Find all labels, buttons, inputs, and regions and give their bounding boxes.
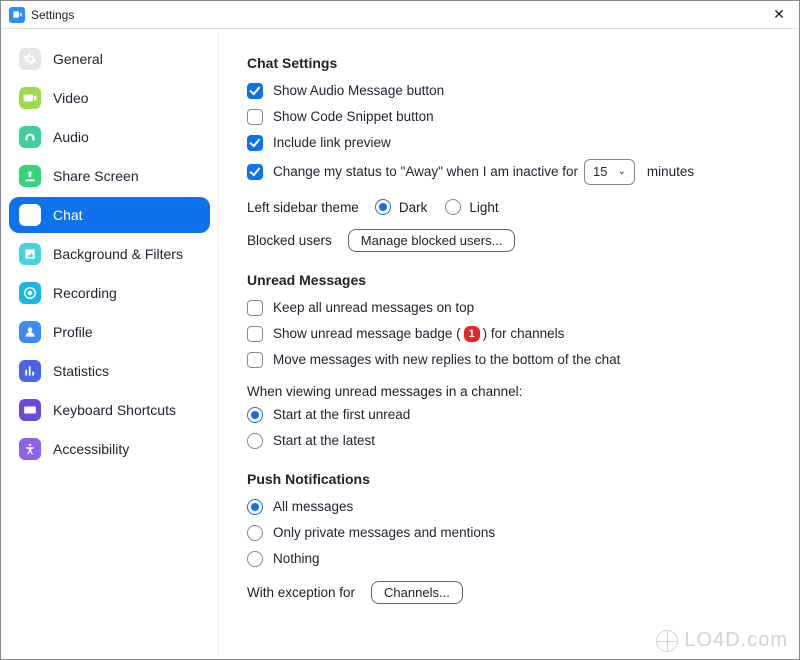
cb-label-prefix: Show unread message badge ( — [273, 324, 461, 344]
radio-push-nothing[interactable]: Nothing — [247, 549, 771, 569]
section-push: Push Notifications — [247, 471, 771, 487]
chevron-down-icon: ⌄ — [617, 162, 625, 182]
video-icon — [19, 87, 41, 109]
cb-label-suffix: ) for channels — [483, 324, 565, 344]
cb-label: Show Audio Message button — [273, 81, 444, 101]
radio-label: Start at the latest — [273, 431, 375, 451]
sidebar-item-background-filters[interactable]: Background & Filters — [9, 236, 210, 272]
gear-icon — [19, 48, 41, 70]
sidebar-item-label: Statistics — [53, 363, 109, 379]
radio-icon — [247, 525, 263, 541]
cb-label-suffix: minutes — [647, 162, 694, 182]
content-pane: Chat Settings Show Audio Message button … — [219, 29, 799, 659]
sidebar-item-label: Audio — [53, 129, 89, 145]
window-title: Settings — [31, 8, 74, 22]
cb-show-audio-msg[interactable]: Show Audio Message button — [247, 81, 771, 101]
sidebar-item-label: Recording — [53, 285, 117, 301]
radio-icon — [445, 199, 461, 215]
cb-link-preview[interactable]: Include link preview — [247, 133, 771, 153]
cb-away-status[interactable]: Change my status to "Away" when I am ina… — [247, 159, 771, 185]
sidebar: General Video Audio Share Screen Chat Backgro… — [1, 29, 219, 659]
radio-label: Light — [469, 200, 498, 215]
checkbox-icon — [247, 109, 263, 125]
stats-icon — [19, 360, 41, 382]
profile-icon — [19, 321, 41, 343]
sidebar-item-profile[interactable]: Profile — [9, 314, 210, 350]
sidebar-item-general[interactable]: General — [9, 41, 210, 77]
unread-badge-icon: 1 — [464, 326, 480, 342]
radio-icon — [247, 407, 263, 423]
radio-icon — [247, 551, 263, 567]
cb-label-prefix: Change my status to "Away" when I am ina… — [273, 162, 578, 182]
section-unread: Unread Messages — [247, 272, 771, 288]
sidebar-item-label: General — [53, 51, 103, 67]
radio-label: All messages — [273, 497, 353, 517]
checkbox-icon — [247, 83, 263, 99]
cb-label: Move messages with new replies to the bo… — [273, 350, 620, 370]
keyboard-icon — [19, 399, 41, 421]
radio-icon — [247, 499, 263, 515]
sidebar-item-video[interactable]: Video — [9, 80, 210, 116]
radio-start-first-unread[interactable]: Start at the first unread — [247, 405, 771, 425]
sidebar-item-label: Background & Filters — [53, 246, 183, 262]
checkbox-icon — [247, 352, 263, 368]
select-value: 15 — [593, 162, 607, 182]
push-exception-channels-button[interactable]: Channels... — [371, 581, 463, 604]
sidebar-item-label: Keyboard Shortcuts — [53, 402, 176, 418]
sidebar-theme-label: Left sidebar theme — [247, 200, 359, 215]
viewing-unread-prompt: When viewing unread messages in a channe… — [247, 384, 771, 399]
bgfilter-icon — [19, 243, 41, 265]
audio-icon — [19, 126, 41, 148]
cb-keep-unread-top[interactable]: Keep all unread messages on top — [247, 298, 771, 318]
cb-label: Include link preview — [273, 133, 391, 153]
checkbox-icon — [247, 164, 263, 180]
radio-label: Only private messages and mentions — [273, 523, 495, 543]
radio-push-all[interactable]: All messages — [247, 497, 771, 517]
cb-show-unread-badge[interactable]: Show unread message badge ( 1 ) for chan… — [247, 324, 771, 344]
checkbox-icon — [247, 326, 263, 342]
push-exception-label: With exception for — [247, 585, 355, 600]
checkbox-icon — [247, 135, 263, 151]
radio-push-private[interactable]: Only private messages and mentions — [247, 523, 771, 543]
radio-label: Dark — [399, 200, 428, 215]
away-minutes-select[interactable]: 15 ⌄ — [584, 159, 635, 185]
close-button[interactable]: ✕ — [767, 6, 791, 23]
radio-theme-light[interactable]: Light — [445, 199, 498, 215]
sidebar-item-keyboard-shortcuts[interactable]: Keyboard Shortcuts — [9, 392, 210, 428]
chat-icon — [19, 204, 41, 226]
sidebar-item-share-screen[interactable]: Share Screen — [9, 158, 210, 194]
sidebar-item-label: Chat — [53, 207, 83, 223]
sidebar-item-label: Video — [53, 90, 89, 106]
titlebar: Settings ✕ — [1, 1, 799, 29]
sidebar-item-label: Profile — [53, 324, 93, 340]
cb-show-code-snippet[interactable]: Show Code Snippet button — [247, 107, 771, 127]
checkbox-icon — [247, 300, 263, 316]
cb-move-replies-bottom[interactable]: Move messages with new replies to the bo… — [247, 350, 771, 370]
app-icon — [9, 7, 25, 23]
radio-icon — [247, 433, 263, 449]
radio-start-latest[interactable]: Start at the latest — [247, 431, 771, 451]
sidebar-item-statistics[interactable]: Statistics — [9, 353, 210, 389]
radio-icon — [375, 199, 391, 215]
record-icon — [19, 282, 41, 304]
sidebar-item-label: Share Screen — [53, 168, 139, 184]
sidebar-item-accessibility[interactable]: Accessibility — [9, 431, 210, 467]
sidebar-item-recording[interactable]: Recording — [9, 275, 210, 311]
sidebar-item-label: Accessibility — [53, 441, 129, 457]
section-chat-settings: Chat Settings — [247, 55, 771, 71]
cb-label: Show Code Snippet button — [273, 107, 434, 127]
cb-label: Keep all unread messages on top — [273, 298, 474, 318]
radio-label: Nothing — [273, 549, 320, 569]
blocked-users-label: Blocked users — [247, 233, 332, 248]
share-icon — [19, 165, 41, 187]
sidebar-item-chat[interactable]: Chat — [9, 197, 210, 233]
radio-theme-dark[interactable]: Dark — [375, 199, 428, 215]
a11y-icon — [19, 438, 41, 460]
radio-label: Start at the first unread — [273, 405, 410, 425]
manage-blocked-users-button[interactable]: Manage blocked users... — [348, 229, 516, 252]
sidebar-item-audio[interactable]: Audio — [9, 119, 210, 155]
